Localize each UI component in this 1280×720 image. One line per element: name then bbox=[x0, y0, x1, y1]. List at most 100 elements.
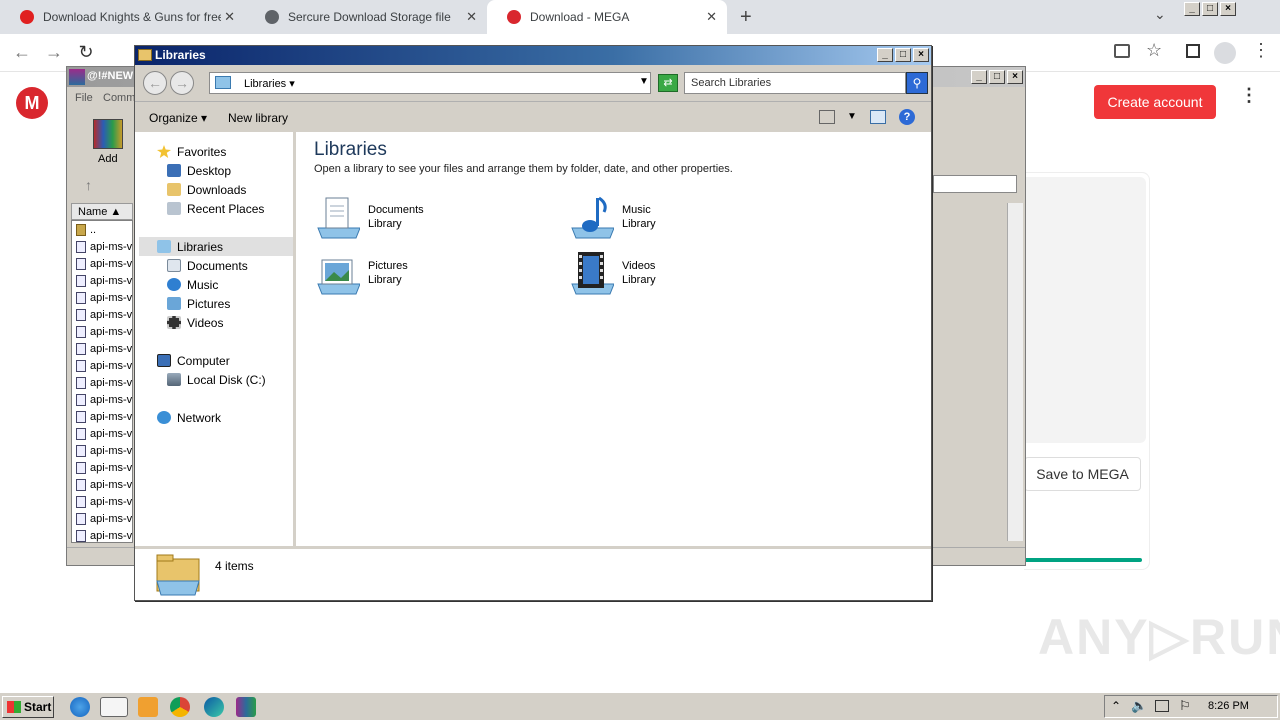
chrome-icon[interactable] bbox=[170, 697, 190, 717]
nav-music[interactable]: Music bbox=[167, 275, 218, 294]
close-tab-icon[interactable]: ✕ bbox=[466, 9, 477, 25]
media-player-icon[interactable] bbox=[138, 697, 158, 717]
file-icon bbox=[76, 325, 86, 338]
explorer-taskbar-button[interactable] bbox=[100, 697, 128, 717]
view-dropdown-icon[interactable]: ▼ bbox=[847, 111, 857, 122]
list-item[interactable]: api-ms-v bbox=[72, 323, 132, 340]
list-item[interactable]: api-ms-v bbox=[72, 527, 132, 544]
search-icon[interactable]: ⚲ bbox=[906, 72, 928, 94]
reload-button[interactable]: ↻ bbox=[76, 42, 96, 63]
menu-commands[interactable]: Comm bbox=[103, 92, 135, 104]
nav-documents[interactable]: Documents bbox=[167, 256, 248, 275]
new-tab-button[interactable]: + bbox=[740, 6, 752, 29]
path-dropdown[interactable] bbox=[933, 175, 1017, 193]
list-item[interactable]: api-ms-v bbox=[72, 459, 132, 476]
create-account-button[interactable]: Create account bbox=[1094, 85, 1216, 119]
flag-icon[interactable]: ⚐ bbox=[1179, 698, 1191, 714]
address-field[interactable]: Libraries ▾ bbox=[209, 72, 651, 94]
maximize-button[interactable]: □ bbox=[895, 48, 911, 62]
maximize-button[interactable]: □ bbox=[989, 70, 1005, 84]
libraries-titlebar[interactable]: Libraries bbox=[135, 46, 931, 65]
list-item[interactable]: api-ms-v bbox=[72, 306, 132, 323]
new-library-button[interactable]: New library bbox=[228, 111, 288, 125]
close-tab-icon[interactable]: ✕ bbox=[706, 9, 717, 25]
list-item[interactable]: api-ms-v bbox=[72, 510, 132, 527]
profile-avatar-icon[interactable] bbox=[1214, 42, 1236, 64]
close-button[interactable]: × bbox=[913, 48, 929, 62]
forward-arrow-icon[interactable]: → bbox=[170, 71, 194, 95]
ie-icon[interactable] bbox=[70, 697, 90, 717]
back-button[interactable]: ← bbox=[12, 42, 32, 63]
up-arrow-icon[interactable]: ↑ bbox=[85, 177, 92, 193]
clock[interactable]: 8:26 PM bbox=[1208, 700, 1249, 712]
nav-downloads[interactable]: Downloads bbox=[167, 180, 246, 199]
browser-menu-icon[interactable]: ⋮ bbox=[1252, 40, 1270, 61]
minimize-button[interactable]: _ bbox=[1184, 2, 1200, 16]
name-column-header[interactable]: Name ▲ bbox=[71, 203, 133, 220]
nav-videos[interactable]: Videos bbox=[167, 313, 223, 332]
minimize-button[interactable]: _ bbox=[877, 48, 893, 62]
help-icon[interactable]: ? bbox=[899, 109, 915, 125]
tab-mega-download[interactable]: Download - MEGA ✕ bbox=[487, 0, 727, 34]
tab-knights-guns[interactable]: Download Knights & Guns for free on ✕ bbox=[0, 0, 245, 34]
nav-computer[interactable]: Computer bbox=[157, 351, 230, 370]
mega-menu-icon[interactable]: ⋮ bbox=[1240, 86, 1258, 104]
share-icon[interactable] bbox=[1114, 44, 1130, 58]
library-music[interactable]: Music Library bbox=[568, 194, 656, 240]
organize-button[interactable]: Organize ▾ bbox=[149, 111, 207, 125]
nav-recent-places[interactable]: Recent Places bbox=[167, 199, 264, 218]
list-item[interactable]: api-ms-v bbox=[72, 374, 132, 391]
tab-search-button[interactable]: ⌄ bbox=[1154, 6, 1166, 23]
save-to-mega-button[interactable]: Save to MEGA bbox=[1024, 457, 1141, 491]
list-item[interactable]: api-ms-v bbox=[72, 238, 132, 255]
back-arrow-icon[interactable]: ← bbox=[143, 71, 167, 95]
minimize-button[interactable]: _ bbox=[971, 70, 987, 84]
restore-button[interactable]: □ bbox=[1202, 2, 1218, 16]
mega-logo[interactable]: M bbox=[16, 87, 48, 119]
file-list-scrollbar[interactable] bbox=[1007, 203, 1023, 541]
change-view-icon[interactable] bbox=[819, 110, 835, 124]
list-item[interactable]: api-ms-v bbox=[72, 442, 132, 459]
nav-local-disk[interactable]: Local Disk (C:) bbox=[167, 370, 266, 389]
nav-network[interactable]: Network bbox=[157, 408, 221, 427]
list-item[interactable]: api-ms-v bbox=[72, 493, 132, 510]
close-button[interactable]: × bbox=[1220, 2, 1236, 16]
volume-icon[interactable]: 🔈 bbox=[1131, 698, 1147, 714]
winrar-taskbar-icon[interactable] bbox=[236, 697, 256, 717]
nav-desktop[interactable]: Desktop bbox=[167, 161, 231, 180]
close-button[interactable]: × bbox=[1007, 70, 1023, 84]
menu-file[interactable]: File bbox=[75, 92, 93, 104]
list-item[interactable]: api-ms-v bbox=[72, 425, 132, 442]
tab-secure-download[interactable]: Sercure Download Storage file ✕ bbox=[245, 0, 487, 34]
edge-icon[interactable] bbox=[204, 697, 224, 717]
close-tab-icon[interactable]: ✕ bbox=[224, 9, 235, 25]
list-item[interactable]: api-ms-v bbox=[72, 340, 132, 357]
library-videos[interactable]: Videos Library bbox=[568, 250, 656, 296]
forward-button[interactable]: → bbox=[44, 42, 64, 63]
network-tray-icon[interactable] bbox=[1155, 700, 1169, 712]
add-archive-icon[interactable] bbox=[93, 119, 123, 149]
preview-pane-icon[interactable] bbox=[870, 110, 886, 124]
list-item[interactable]: api-ms-v bbox=[72, 289, 132, 306]
list-item[interactable]: api-ms-v bbox=[72, 255, 132, 272]
list-item[interactable]: api-ms-v bbox=[72, 408, 132, 425]
list-item-parent[interactable]: .. bbox=[72, 221, 96, 238]
refresh-icon[interactable]: ⇄ bbox=[658, 74, 678, 92]
nav-libraries[interactable]: Libraries bbox=[139, 237, 293, 256]
side-panel-icon[interactable] bbox=[1186, 44, 1200, 58]
library-documents[interactable]: Documents Library bbox=[314, 194, 424, 240]
library-pictures[interactable]: Pictures Library bbox=[314, 250, 408, 296]
list-item[interactable]: api-ms-v bbox=[72, 357, 132, 374]
address-dropdown-icon[interactable]: ▼ bbox=[639, 76, 649, 87]
list-item[interactable]: api-ms-v bbox=[72, 476, 132, 493]
bookmark-star-icon[interactable]: ☆ bbox=[1146, 40, 1162, 61]
nav-pictures[interactable]: Pictures bbox=[167, 294, 230, 313]
start-button[interactable]: Start bbox=[2, 696, 54, 718]
libraries-window-controls: _ □ × bbox=[877, 48, 929, 62]
nav-label: Music bbox=[187, 277, 219, 292]
list-item[interactable]: api-ms-v bbox=[72, 391, 132, 408]
show-hidden-icons-icon[interactable]: ⌃ bbox=[1111, 699, 1121, 713]
list-item[interactable]: api-ms-v bbox=[72, 272, 132, 289]
nav-favorites[interactable]: Favorites bbox=[157, 142, 226, 161]
search-input[interactable]: Search Libraries bbox=[684, 72, 906, 94]
